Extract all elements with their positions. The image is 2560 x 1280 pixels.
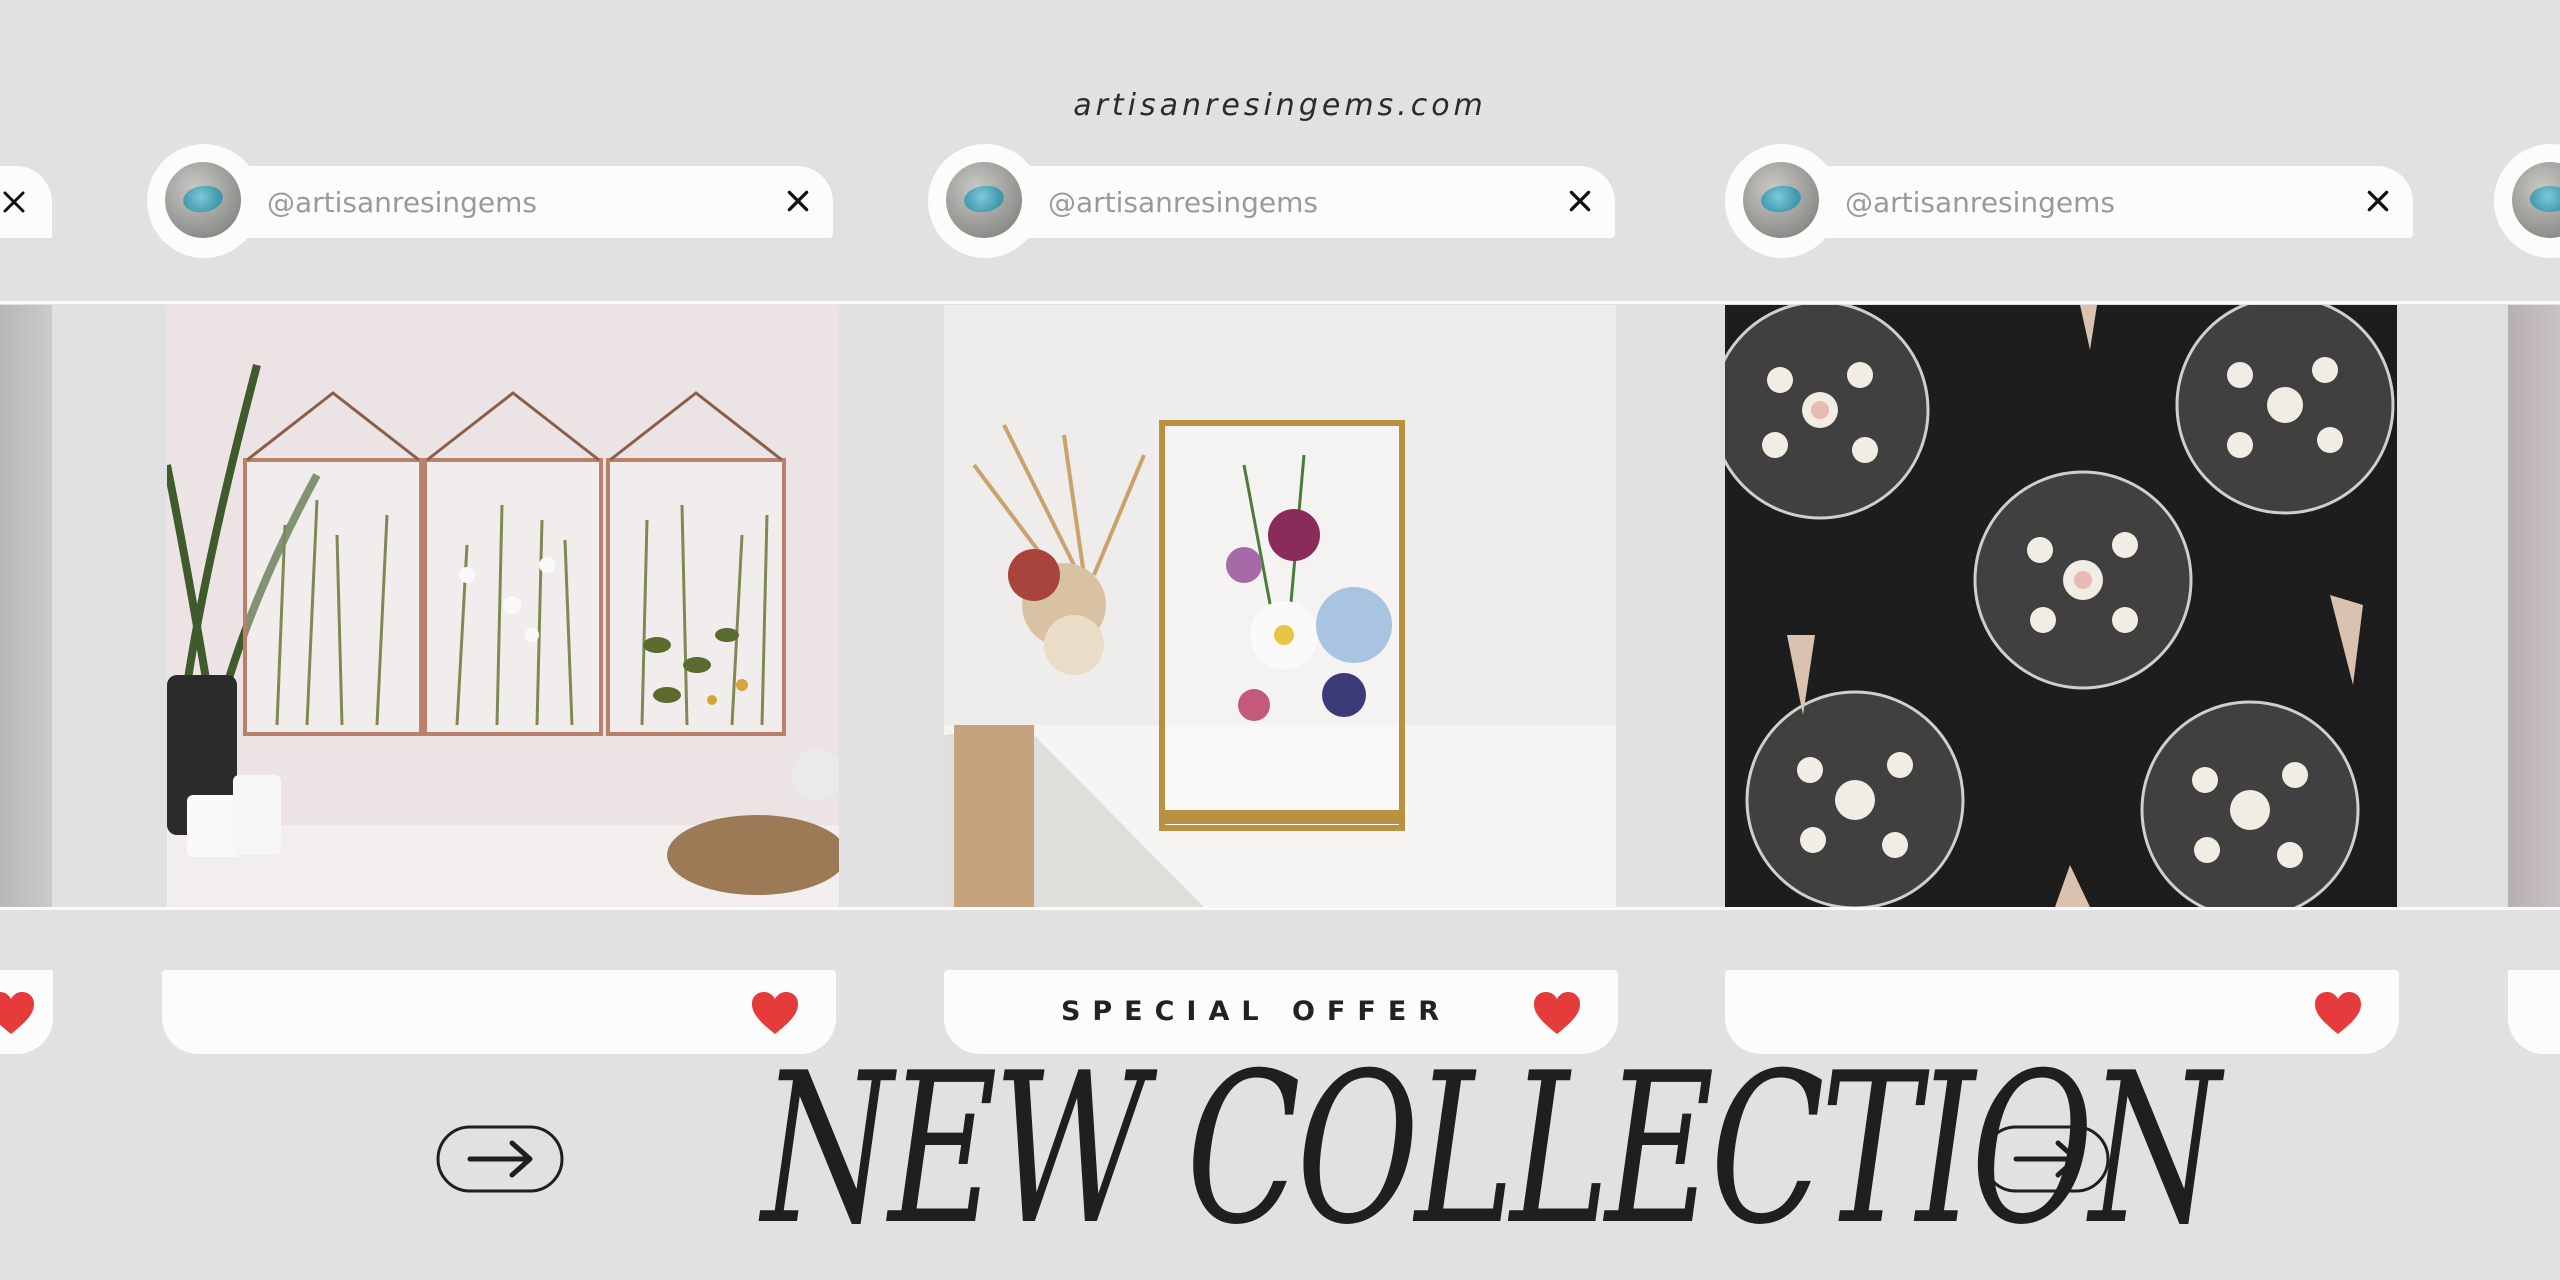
site-url[interactable]: artisanresingems.com [0, 88, 2560, 123]
product-photo-pressed-flower-triptych[interactable] [167, 305, 839, 907]
avatar-ring [147, 144, 261, 258]
divider-bottom [0, 907, 2560, 910]
card-bar-1 [162, 970, 836, 1054]
avatar [2512, 162, 2560, 238]
product-photo-shell-coasters[interactable] [1725, 305, 2397, 907]
heart-icon[interactable] [2313, 990, 2363, 1036]
special-offer-label[interactable]: SPECIAL OFFER [944, 996, 1508, 1027]
profile-handle[interactable]: @artisanresingems [267, 186, 537, 219]
avatar[interactable] [1743, 162, 1819, 238]
card-bar-partial-left [0, 970, 53, 1054]
close-icon[interactable] [1567, 188, 1593, 214]
profile-handle[interactable]: @artisanresingems [1048, 186, 1318, 219]
avatar-ring [928, 144, 1042, 258]
close-icon[interactable] [2, 190, 26, 214]
profile-bar-3: @artisanresingems [1725, 144, 2413, 258]
arrow-right-icon[interactable] [436, 1125, 564, 1193]
close-icon[interactable] [2365, 188, 2391, 214]
headline: NEW COLLECTION [761, 1029, 2221, 1271]
profile-bar-2: @artisanresingems [928, 144, 1615, 258]
card-bar-partial-right [2508, 970, 2560, 1054]
product-photo-partial-right[interactable] [2508, 305, 2560, 907]
profile-bar-1: @artisanresingems [147, 144, 833, 258]
profile-bar-partial-left [0, 166, 52, 238]
avatar[interactable] [165, 162, 241, 238]
profile-handle[interactable]: @artisanresingems [1845, 186, 2115, 219]
divider-top [0, 301, 2560, 304]
avatar[interactable] [946, 162, 1022, 238]
product-photo-pressed-flower-frame[interactable] [944, 305, 1616, 907]
arrow-right-icon[interactable] [1982, 1125, 2110, 1193]
profile-bar-partial-right [2494, 144, 2560, 258]
close-icon[interactable] [785, 188, 811, 214]
avatar-ring [1725, 144, 1839, 258]
product-photo-partial-left[interactable] [0, 305, 52, 907]
heart-icon[interactable] [0, 990, 36, 1036]
